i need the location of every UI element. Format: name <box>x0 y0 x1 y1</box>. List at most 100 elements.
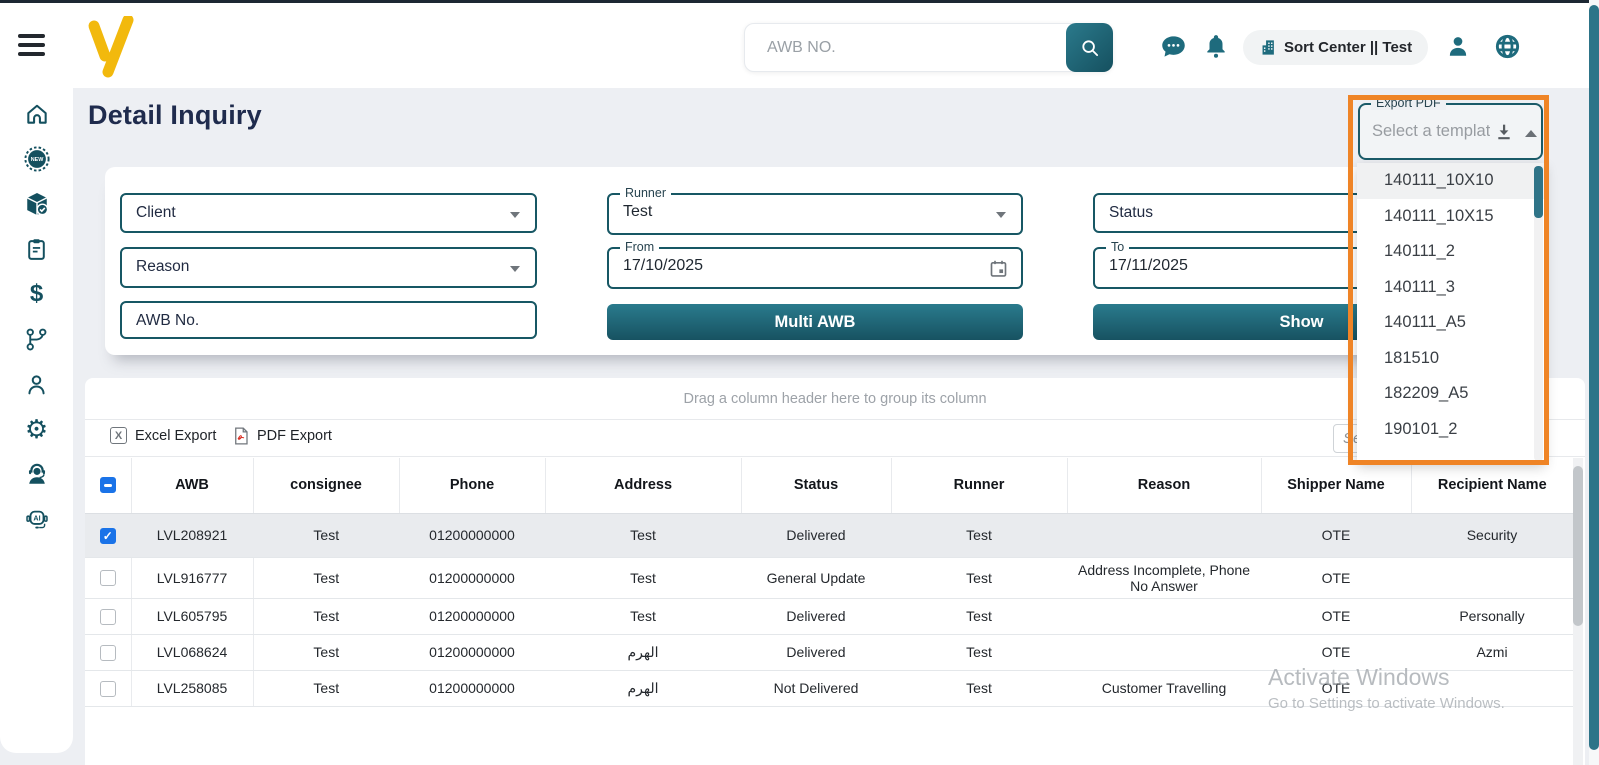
collapse-arrow-icon[interactable] <box>1523 127 1539 139</box>
select-all-checkbox[interactable] <box>99 477 116 494</box>
cell-runner: Test <box>891 557 1067 599</box>
chevron-down-icon <box>996 212 1006 218</box>
profile-icon <box>1449 36 1466 56</box>
page-title: Detail Inquiry <box>88 100 262 130</box>
clipboard-icon <box>28 238 45 260</box>
column-header[interactable]: Reason <box>1067 458 1262 514</box>
cell-reason <box>1067 634 1261 671</box>
cell-reason <box>1067 598 1261 635</box>
export-template-option[interactable]: 140111_10X10 <box>1357 163 1545 199</box>
row-checkbox[interactable] <box>99 644 116 661</box>
table-row[interactable]: LVL208921Test01200000000TestDeliveredTes… <box>85 513 1573 558</box>
topbar: Sort Center || Test <box>0 3 1599 88</box>
cell-awb: LVL068624 <box>131 634 254 671</box>
export-template-option[interactable]: 140111_A5 <box>1357 305 1545 341</box>
awb-search-input[interactable] <box>745 24 1066 71</box>
runner-label: Runner <box>620 186 671 200</box>
export-template-option[interactable]: 190101_2 <box>1357 412 1545 448</box>
pdf-export-button[interactable]: PDF Export <box>233 427 332 445</box>
profile-button[interactable] <box>1444 32 1471 59</box>
cell-awb: LVL208921 <box>131 513 254 558</box>
select-all-header[interactable] <box>85 458 132 514</box>
cell-consignee: Test <box>253 557 399 599</box>
export-template-option[interactable]: 181510 <box>1357 341 1545 377</box>
table-scrollbar-thumb[interactable] <box>1573 466 1583 626</box>
cell-recipient_name: Azmi <box>1411 634 1573 671</box>
cell-phone: 01200000000 <box>399 598 545 635</box>
sidebar-item-new-badge[interactable]: NEW <box>23 146 51 172</box>
cell-phone: 01200000000 <box>399 670 545 707</box>
column-header[interactable]: Phone <box>399 458 546 514</box>
cell-recipient_name: Personally <box>1411 598 1573 635</box>
sidebar-item-finance[interactable]: $ <box>23 281 51 307</box>
column-header[interactable]: Address <box>545 458 742 514</box>
from-label: From <box>620 240 660 254</box>
client-select-label: Client <box>136 204 176 221</box>
table-row[interactable]: LVL605795 Test 01200000000 Test Delivered Tes… <box>85 598 1573 635</box>
svg-text:AI: AI <box>33 515 40 523</box>
sidebar-item-workflow[interactable] <box>23 326 51 352</box>
table-row[interactable]: LVL258085 Test 01200000000 الهرم Not Deliver… <box>85 670 1573 707</box>
export-template-option[interactable]: 140111_10X15 <box>1357 199 1545 235</box>
export-template-option[interactable]: 140111_3 <box>1357 270 1545 306</box>
sidebar-item-ai-assistant[interactable]: AI <box>23 506 51 532</box>
detail-table: AWB consignee Phone Address Status Runner Reas… <box>85 458 1573 707</box>
awb-filter-input[interactable]: AWB No. <box>120 301 537 339</box>
hamburger-menu-button[interactable] <box>18 34 45 57</box>
sidebar-item-settings[interactable]: ⚙ <box>23 416 51 442</box>
export-pdf-dropdown[interactable]: Export PDF Select a template <box>1358 96 1543 160</box>
column-header[interactable]: Recipient Name <box>1411 458 1573 514</box>
reason-select[interactable]: Reason <box>120 247 537 288</box>
row-checkbox[interactable] <box>99 570 116 587</box>
column-header[interactable]: Runner <box>891 458 1068 514</box>
export-template-option[interactable]: 182209_A5 <box>1357 376 1545 412</box>
page-scrollbar-thumb[interactable] <box>1589 5 1599 750</box>
cell-status: Delivered <box>741 513 891 558</box>
from-date-field[interactable]: From 17/10/2025 <box>607 240 1023 289</box>
table-row[interactable]: LVL068624 Test 01200000000 الهرم Delivered Te… <box>85 634 1573 671</box>
export-list-scrollbar[interactable] <box>1534 165 1543 461</box>
pdf-icon <box>235 427 248 445</box>
chat-button[interactable] <box>1160 33 1187 60</box>
cell-recipient_name: Security <box>1411 513 1573 558</box>
sidebar-item-reports[interactable] <box>23 236 51 262</box>
client-select[interactable]: Client <box>120 193 537 233</box>
language-button[interactable] <box>1494 33 1521 60</box>
sidebar-item-support[interactable] <box>23 461 51 487</box>
column-header[interactable]: consignee <box>253 458 400 514</box>
runner-select[interactable]: Runner Test <box>607 186 1023 235</box>
notifications-button[interactable] <box>1202 32 1229 59</box>
row-checkbox[interactable] <box>99 680 116 697</box>
awb-search-bar <box>744 23 1113 72</box>
cell-reason <box>1067 513 1261 558</box>
export-list-scrollbar-thumb[interactable] <box>1534 166 1543 218</box>
cell-consignee: Test <box>253 513 399 558</box>
cell-address: Test <box>545 557 741 599</box>
sort-center-badge[interactable]: Sort Center || Test <box>1243 30 1429 65</box>
dollar-icon: $ <box>29 280 44 307</box>
sidebar-item-users[interactable] <box>23 371 51 397</box>
building-icon <box>1262 40 1274 55</box>
column-header[interactable]: AWB <box>131 458 254 514</box>
row-checkbox[interactable] <box>99 608 116 625</box>
cell-address: الهرم <box>545 670 741 707</box>
table-scrollbar[interactable] <box>1573 458 1583 765</box>
cell-reason: Customer Travelling <box>1067 670 1261 707</box>
search-button[interactable] <box>1066 23 1113 72</box>
column-header[interactable]: Shipper Name <box>1261 458 1412 514</box>
sidebar-item-shipments[interactable] <box>23 191 51 217</box>
page-scrollbar[interactable] <box>1589 0 1599 765</box>
export-pdf-label: Export PDF <box>1371 96 1446 110</box>
export-template-option[interactable]: 140111_2 <box>1357 234 1545 270</box>
row-checkbox[interactable] <box>99 527 116 544</box>
filter-card: Client Reason AWB No. Runner Test From 1… <box>105 167 1525 355</box>
to-date-value: 17/11/2025 <box>1109 257 1188 274</box>
download-icon[interactable] <box>1493 121 1515 143</box>
column-header[interactable]: Status <box>741 458 892 514</box>
cell-shipper_name: OTE <box>1261 670 1411 707</box>
excel-export-button[interactable]: X Excel Export <box>110 427 216 444</box>
sidebar-item-home[interactable] <box>23 101 51 127</box>
multi-awb-button[interactable]: Multi AWB <box>607 304 1023 340</box>
excel-icon: X <box>110 427 127 444</box>
table-row[interactable]: LVL916777 Test 01200000000 Test General Upda… <box>85 557 1573 599</box>
